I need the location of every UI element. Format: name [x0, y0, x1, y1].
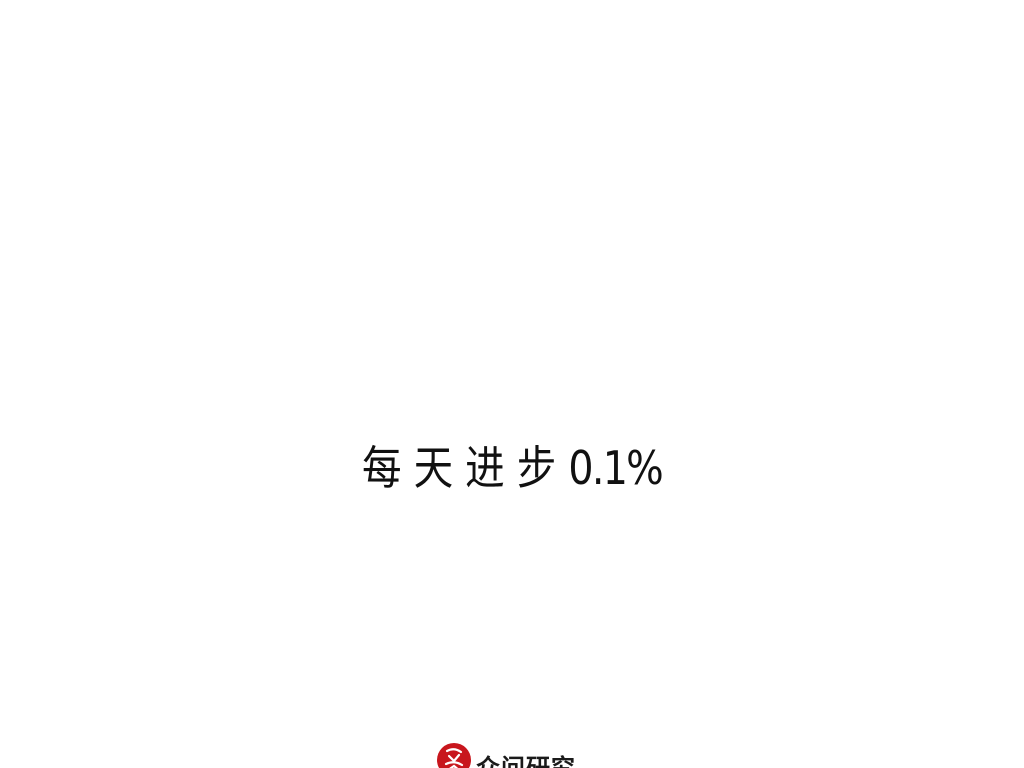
slogan-char: 步 [516, 441, 557, 495]
slogan-char: 每 [361, 441, 402, 495]
slogan-char: 天 [413, 441, 454, 495]
brand-name: 众问研究 [476, 753, 576, 768]
slogan: 每天进步 0.1% [72, 438, 953, 498]
slogan-char: 进 [465, 441, 505, 495]
brand-footer: 众问研究 [436, 742, 576, 768]
page: 每天进步 0.1% 众问研究 [0, 0, 1024, 768]
brand-logo-icon [437, 743, 471, 768]
slogan-number: 0.1% [568, 441, 663, 495]
